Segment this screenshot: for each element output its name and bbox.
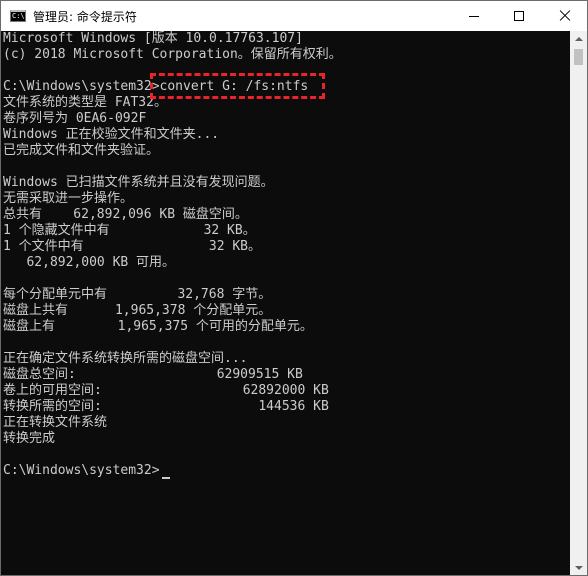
console-line: 1 个文件中有 32 KB。 [3, 239, 262, 254]
scroll-down-button[interactable] [570, 559, 587, 575]
console-line: 每个分配单元中有 32,768 字节。 [3, 287, 272, 302]
console-line: Microsoft Windows [版本 10.0.17763.107] [3, 31, 303, 46]
console-line: Windows 已扫描文件系统并且没有发现问题。 [3, 175, 274, 190]
console-line: 1 个隐藏文件中有 32 KB。 [3, 223, 256, 238]
console-line: 转换所需的空间: 144536 KB [3, 399, 329, 414]
command-highlight-box [150, 73, 325, 99]
minimize-icon [469, 16, 479, 17]
window-title: 管理员: 命令提示符 [33, 9, 137, 24]
minimize-button[interactable] [452, 1, 497, 31]
vertical-scrollbar[interactable] [570, 31, 587, 575]
close-icon [558, 9, 572, 23]
arrow-up-icon [575, 37, 583, 41]
console-line: 磁盘上有 1,965,375 个可用的分配单元。 [3, 319, 313, 334]
console-line: 卷序列号为 0EA6-092F [3, 111, 147, 126]
console-line: 正在确定文件系统转换所需的磁盘空间... [3, 351, 248, 366]
console-line: 总共有 62,892,096 KB 磁盘空间。 [3, 207, 248, 222]
console-line: 文件系统的类型是 FAT32。 [3, 95, 167, 110]
console-output[interactable]: Microsoft Windows [版本 10.0.17763.107] (c… [1, 31, 570, 575]
console-line: (c) 2018 Microsoft Corporation。保留所有权利。 [3, 47, 342, 62]
console-prompt-line: C:\Windows\system32> [3, 463, 160, 478]
console-line: 正在转换文件系统 [3, 415, 108, 430]
title-bar[interactable]: C:\ 管理员: 命令提示符 [1, 1, 587, 31]
console-line: 磁盘总空间: 62909515 KB [3, 367, 303, 382]
console-line: 卷上的可用空间: 62892000 KB [3, 383, 329, 398]
console-line: 62,892,000 KB 可用。 [3, 255, 176, 270]
console-line: 磁盘上共有 1,965,378 个分配单元。 [3, 303, 272, 318]
console-line: 无需采取进一步操作。 [3, 191, 134, 206]
scroll-up-button[interactable] [570, 31, 587, 48]
console-line: 已完成文件和文件夹验证。 [3, 143, 160, 158]
close-button[interactable] [542, 1, 587, 31]
arrow-down-icon [575, 566, 583, 570]
maximize-button[interactable] [497, 1, 542, 31]
text-cursor [162, 477, 170, 479]
console-line: Windows 正在校验文件和文件夹... [3, 127, 220, 142]
console-line: 转换完成 [3, 431, 56, 446]
command-prompt-window: C:\ 管理员: 命令提示符 Microsoft Windows [版本 10.… [0, 0, 588, 576]
console-app-icon[interactable]: C:\ [10, 10, 26, 22]
scrollbar-thumb[interactable] [574, 49, 583, 65]
maximize-icon [514, 11, 524, 21]
window-controls [452, 1, 587, 31]
